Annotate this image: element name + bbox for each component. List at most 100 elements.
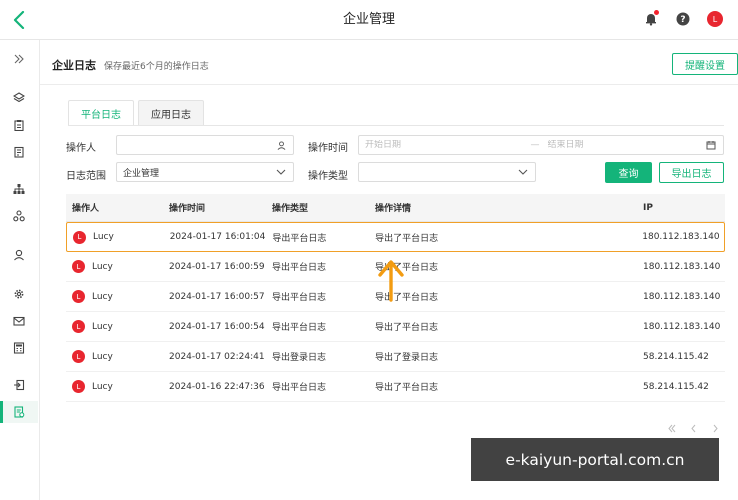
start-date-input[interactable] bbox=[365, 140, 523, 150]
row-avatar: L bbox=[72, 320, 85, 333]
row-avatar: L bbox=[72, 350, 85, 363]
row-detail: 导出了平台日志 bbox=[375, 263, 439, 273]
row-time: 2024-01-17 16:01:04 bbox=[169, 232, 266, 242]
pagination bbox=[666, 423, 720, 433]
row-ip: 180.112.183.140 bbox=[643, 321, 721, 332]
scope-value: 企业管理 bbox=[123, 168, 160, 179]
row-detail: 导出了登录日志 bbox=[375, 353, 439, 363]
row-time: 2024-01-17 16:00:54 bbox=[169, 321, 265, 332]
chevron-down-icon bbox=[275, 166, 287, 178]
tab-app-log[interactable]: 应用日志 bbox=[138, 100, 204, 126]
top-bar: 企业管理 ? L bbox=[0, 0, 738, 40]
table-row[interactable]: L Lucy 2024-01-17 16:00:59 导出平台日志 导出了平台日志… bbox=[66, 252, 725, 282]
row-avatar: L bbox=[73, 230, 86, 244]
row-user: Lucy bbox=[93, 232, 114, 242]
calculator-icon[interactable] bbox=[0, 337, 38, 359]
table-row[interactable]: L Lucy 2024-01-17 16:00:57 导出平台日志 导出了平台日志… bbox=[66, 282, 725, 312]
row-user: Lucy bbox=[92, 291, 113, 302]
col-time: 操作时间 bbox=[169, 204, 206, 214]
row-ip: 58.214.115.42 bbox=[643, 351, 709, 362]
col-type: 操作类型 bbox=[272, 204, 309, 214]
row-type: 导出平台日志 bbox=[272, 263, 327, 273]
table-row[interactable]: L Lucy 2024-01-17 16:00:54 导出平台日志 导出了平台日志… bbox=[66, 312, 725, 342]
row-type: 导出平台日志 bbox=[272, 323, 327, 333]
row-user: Lucy bbox=[92, 261, 113, 272]
watermark: e-kaiyun-portal.com.cn bbox=[471, 438, 719, 481]
user-avatar[interactable]: L bbox=[706, 10, 724, 28]
clipboard-icon[interactable] bbox=[0, 114, 38, 136]
row-detail: 导出了平台日志 bbox=[375, 323, 439, 333]
row-ip: 58.214.115.42 bbox=[643, 381, 709, 392]
row-user: Lucy bbox=[92, 351, 113, 362]
sidebar bbox=[0, 40, 40, 500]
row-time: 2024-01-17 16:00:57 bbox=[169, 291, 265, 302]
time-range-field: — bbox=[358, 135, 724, 155]
app-title: 企业管理 bbox=[342, 12, 395, 27]
mail-icon[interactable] bbox=[0, 310, 38, 332]
row-detail: 导出了平台日志 bbox=[375, 293, 439, 303]
remind-settings-button[interactable]: 提醒设置 bbox=[672, 53, 738, 75]
row-ip: 180.112.183.140 bbox=[642, 232, 720, 242]
log-table: 操作人 操作时间 操作类型 操作详情 IP L Lucy 2024-01-17 1… bbox=[66, 194, 725, 402]
cluster-icon[interactable] bbox=[0, 205, 38, 227]
expand-chevrons-icon[interactable] bbox=[0, 48, 38, 70]
row-time: 2024-01-17 16:00:59 bbox=[169, 261, 265, 272]
next-page-icon[interactable] bbox=[710, 423, 720, 433]
settings-gear-icon[interactable] bbox=[0, 283, 38, 305]
type-label: 操作类型 bbox=[308, 171, 348, 182]
calendar-icon[interactable] bbox=[705, 139, 717, 151]
operator-input[interactable] bbox=[123, 140, 275, 150]
notification-dot bbox=[654, 10, 659, 15]
row-detail: 导出了平台日志 bbox=[375, 383, 439, 393]
user-icon[interactable] bbox=[0, 244, 38, 266]
page-title: 企业日志 bbox=[52, 59, 96, 72]
row-user: Lucy bbox=[92, 321, 113, 332]
row-detail: 导出了平台日志 bbox=[375, 233, 439, 244]
type-select[interactable] bbox=[358, 162, 536, 182]
scope-label: 日志范围 bbox=[66, 171, 106, 182]
chevron-down-icon bbox=[517, 166, 529, 178]
col-detail: 操作详情 bbox=[375, 204, 412, 214]
row-ip: 180.112.183.140 bbox=[643, 291, 721, 302]
svg-text:?: ? bbox=[680, 15, 685, 25]
tab-platform-log[interactable]: 平台日志 bbox=[68, 100, 134, 126]
query-button[interactable]: 查询 bbox=[605, 162, 652, 183]
scope-select[interactable]: 企业管理 bbox=[116, 162, 294, 182]
row-avatar: L bbox=[72, 380, 85, 393]
row-type: 导出平台日志 bbox=[272, 233, 327, 244]
table-row[interactable]: L Lucy 2024-01-17 02:24:41 导出登录日志 导出了登录日志… bbox=[66, 342, 725, 372]
log-tabs: 平台日志 应用日志 bbox=[68, 100, 208, 126]
row-type: 导出平台日志 bbox=[272, 383, 327, 393]
org-tree-icon[interactable] bbox=[0, 178, 38, 200]
table-row[interactable]: L Lucy 2024-01-17 16:01:04 导出平台日志 导出了平台日志… bbox=[66, 222, 725, 252]
layers-icon[interactable] bbox=[0, 87, 38, 109]
avatar-letter: L bbox=[707, 11, 723, 27]
row-avatar: L bbox=[72, 290, 85, 303]
help-icon[interactable]: ? bbox=[674, 10, 692, 28]
row-time: 2024-01-17 02:24:41 bbox=[169, 351, 265, 362]
building-icon[interactable] bbox=[0, 141, 38, 163]
row-type: 导出平台日志 bbox=[272, 293, 327, 303]
operator-label: 操作人 bbox=[66, 143, 96, 154]
prev-page-icon[interactable] bbox=[688, 423, 698, 433]
tab-underline bbox=[68, 125, 724, 126]
range-separator: — bbox=[530, 140, 540, 150]
log-document-icon[interactable] bbox=[0, 401, 38, 423]
row-user: Lucy bbox=[92, 381, 113, 392]
row-ip: 180.112.183.140 bbox=[643, 261, 721, 272]
back-chevron-icon[interactable] bbox=[8, 8, 30, 32]
table-header: 操作人 操作时间 操作类型 操作详情 IP bbox=[66, 194, 725, 222]
header-divider bbox=[40, 84, 738, 85]
export-log-button[interactable]: 导出日志 bbox=[659, 162, 724, 183]
operator-field bbox=[116, 135, 294, 155]
bell-icon[interactable] bbox=[642, 10, 660, 28]
table-row[interactable]: L Lucy 2024-01-16 22:47:36 导出平台日志 导出了平台日志… bbox=[66, 372, 725, 402]
login-icon[interactable] bbox=[0, 374, 38, 396]
time-label: 操作时间 bbox=[308, 143, 348, 154]
first-page-icon[interactable] bbox=[666, 423, 676, 433]
person-icon bbox=[275, 139, 287, 151]
end-date-input[interactable] bbox=[547, 140, 705, 150]
row-avatar: L bbox=[72, 260, 85, 273]
row-type: 导出登录日志 bbox=[272, 353, 327, 363]
col-ip: IP bbox=[643, 202, 653, 213]
